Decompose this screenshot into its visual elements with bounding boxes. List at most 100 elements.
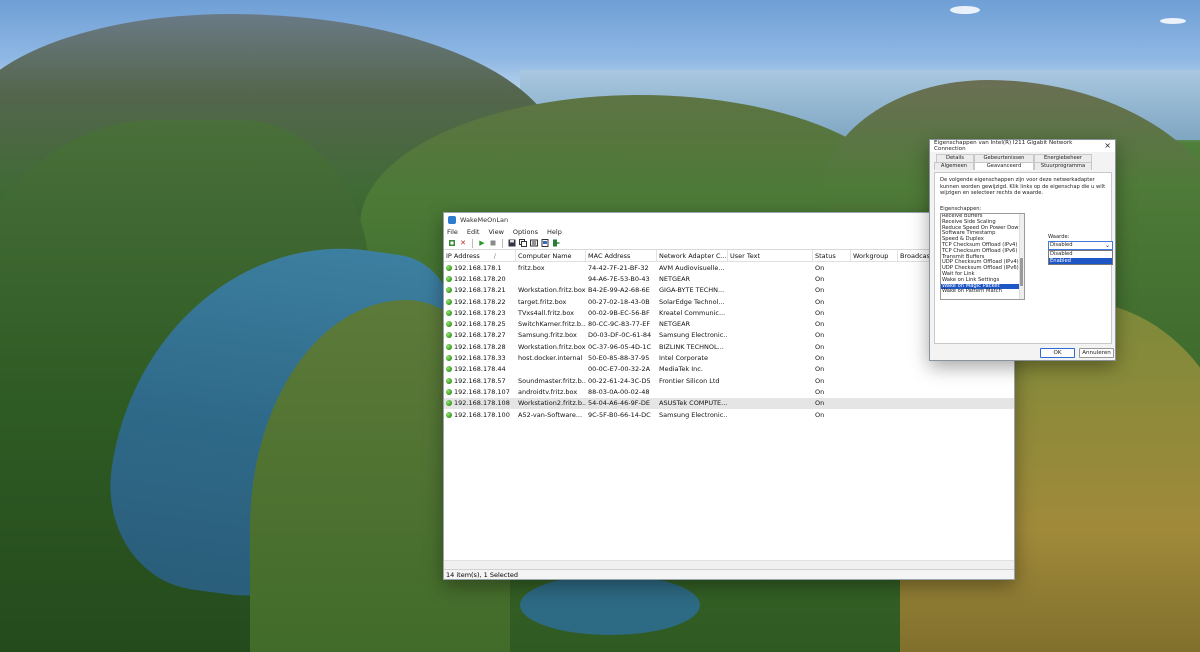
ip-text: 192.168.178.20 [454, 274, 506, 283]
properties-list[interactable]: Receive Buffers Receive Side Scaling Reduc… [940, 213, 1025, 300]
cell-ip: 192.168.178.107 [444, 386, 516, 397]
property-item[interactable]: Wake on Pattern Match [941, 289, 1024, 295]
save-icon[interactable] [508, 239, 516, 247]
properties-icon[interactable] [530, 239, 538, 247]
cancel-button[interactable]: Annuleren [1079, 348, 1114, 358]
stop-icon[interactable] [489, 239, 497, 247]
cell-mac: 80-CC-9C-83-77-EF [588, 320, 651, 329]
exit-icon[interactable] [552, 239, 560, 247]
value-dropdown-list[interactable]: Disabled Enabled [1048, 250, 1113, 265]
cell-mac: 00-27-02-18-43-0B [588, 297, 650, 306]
cell-user-text [728, 285, 813, 296]
cell-ip: 192.168.178.28 [444, 341, 516, 352]
cell-computer-name: target.fritz.box [518, 297, 567, 306]
cell-mac: 94-A6-7E-53-B0-43 [588, 274, 650, 283]
menu-help[interactable]: Help [547, 228, 562, 236]
status-online-icon [446, 287, 452, 294]
cell-adapter: NETGEAR [659, 274, 691, 283]
column-header-computer-name[interactable]: Computer Name [516, 250, 586, 261]
app-icon [448, 215, 456, 224]
cell-ip: 192.168.178.33 [444, 352, 516, 363]
menu-view[interactable]: View [488, 228, 503, 236]
cell-workgroup [851, 285, 898, 296]
panel-description: De volgende eigenschappen zijn voor deze… [940, 177, 1106, 196]
ip-text: 192.168.178.57 [454, 376, 506, 385]
status-online-icon [446, 388, 452, 395]
table-row[interactable]: 192.168.178.100 A52-van-Software... 9C-5F-… [444, 409, 1014, 420]
column-header-status[interactable]: Status [813, 250, 851, 261]
cell-user-text [728, 273, 813, 284]
cell-workgroup [851, 296, 898, 307]
cell-status: On [815, 297, 825, 306]
tab-energiebeheer[interactable]: Energiebeheer [1034, 154, 1092, 162]
cell-ip: 192.168.178.100 [444, 409, 516, 420]
cell-status: On [815, 263, 825, 272]
status-online-icon [446, 298, 452, 305]
cell-computer-name: Workstation.fritz.box [518, 342, 586, 351]
cell-ip: 192.168.178.20 [444, 273, 516, 284]
menu-options[interactable]: Options [513, 228, 538, 236]
close-icon[interactable]: × [1104, 142, 1111, 150]
tab-geavanceerd[interactable]: Geavanceerd [974, 162, 1034, 170]
chevron-down-icon: ⌄ [1104, 242, 1110, 249]
ip-text: 192.168.178.44 [454, 365, 506, 374]
menu-file[interactable]: File [447, 228, 458, 236]
cell-mac: 0C-37-96-05-4D-1C [588, 342, 652, 351]
tab-details[interactable]: Details [936, 154, 974, 162]
cell-user-text [728, 307, 813, 318]
cell-status: On [815, 376, 825, 385]
adapter-properties-dialog[interactable]: Eigenschappen van Intel(R) I211 Gigabit … [929, 139, 1116, 361]
cell-status: On [815, 274, 825, 283]
delete-icon[interactable]: ✕ [459, 239, 467, 247]
table-row[interactable]: 192.168.178.44 00-0C-E7-00-32-2A MediaTek … [444, 364, 1014, 375]
dialog-titlebar[interactable]: Eigenschappen van Intel(R) I211 Gigabit … [930, 140, 1115, 152]
cell-user-text [728, 375, 813, 386]
cell-workgroup [851, 262, 898, 273]
html-report-icon[interactable] [541, 239, 549, 247]
table-row[interactable]: 192.168.178.107 androidtv.fritz.box 88-03-… [444, 386, 1014, 397]
status-text: 14 item(s), 1 Selected [446, 570, 518, 579]
list-scrollbar[interactable] [1019, 214, 1024, 299]
menu-edit[interactable]: Edit [467, 228, 480, 236]
table-row[interactable]: 192.168.178.108 Workstation2.fritz.b... 54… [444, 397, 1014, 409]
value-dropdown[interactable]: Disabled ⌄ [1048, 241, 1113, 250]
cell-computer-name: Soundmaster.fritz.b... [518, 376, 586, 385]
status-online-icon [446, 377, 452, 384]
tab-stuurprogramma[interactable]: Stuurprogramma [1034, 162, 1092, 170]
cell-workgroup [851, 352, 898, 363]
column-header-user-text[interactable]: User Text [728, 250, 813, 261]
advanced-panel: De volgende eigenschappen zijn voor deze… [934, 172, 1113, 344]
ip-text: 192.168.178.23 [454, 308, 506, 317]
column-header-adapter[interactable]: Network Adapter C... [657, 250, 728, 261]
status-online-icon [446, 332, 452, 339]
cell-status: On [815, 342, 825, 351]
list-scrollbar-thumb[interactable] [1020, 258, 1023, 286]
cell-status: On [815, 331, 825, 340]
column-header-mac[interactable]: MAC Address [586, 250, 657, 261]
cell-computer-name [516, 364, 586, 375]
value-option-enabled[interactable]: Enabled [1049, 257, 1112, 264]
cell-mac: 54-04-A6-46-9F-DE [588, 399, 650, 408]
cell-ip: 192.168.178.44 [444, 364, 516, 375]
dialog-title: Eigenschappen van Intel(R) I211 Gigabit … [934, 140, 1073, 152]
cell-adapter: SolarEdge Technol... [659, 297, 725, 306]
column-header-ip[interactable]: IP Address / [444, 250, 516, 261]
cell-status: On [815, 399, 825, 408]
ok-button[interactable]: OK [1040, 348, 1075, 358]
copy-icon[interactable] [519, 239, 527, 247]
table-row[interactable]: 192.168.178.57 Soundmaster.fritz.b... 00-2… [444, 375, 1014, 386]
column-header-workgroup[interactable]: Workgroup [851, 250, 898, 261]
wake-icon[interactable] [448, 239, 456, 247]
tab-algemeen[interactable]: Algemeen [934, 162, 974, 170]
status-online-icon [446, 366, 452, 373]
cell-adapter: Kreatel Communic... [659, 308, 726, 317]
tab-gebeurtenissen[interactable]: Gebeurtenissen [974, 154, 1034, 162]
ip-text: 192.168.178.108 [454, 399, 510, 408]
cell-status: On [815, 354, 825, 363]
play-icon[interactable]: ▶ [478, 239, 486, 247]
cell-mac: 74-42-7F-21-BF-32 [588, 263, 649, 272]
horizontal-scrollbar[interactable] [444, 560, 1014, 569]
cell-workgroup [851, 341, 898, 352]
ip-text: 192.168.178.107 [454, 387, 510, 396]
cell-computer-name: Samsung.fritz.box [518, 331, 577, 340]
